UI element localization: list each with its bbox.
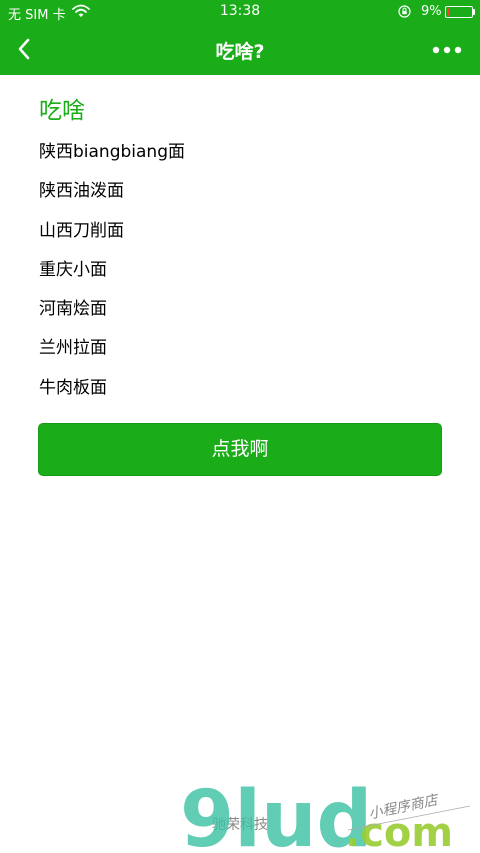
- status-bar: 无 SIM 卡 13:38 9%: [0, 0, 480, 24]
- list-item: 兰州拉面: [39, 338, 107, 359]
- list-item: 陕西biangbiang面: [39, 142, 185, 162]
- navigation-bar: 吃啥?: [0, 24, 480, 75]
- list-item: 河南烩面: [39, 299, 107, 320]
- app-screen: 无 SIM 卡 13:38 9% 吃啥? 吃啥 陕西biangbiang面 陕西…: [0, 0, 480, 853]
- header: 无 SIM 卡 13:38 9% 吃啥?: [0, 0, 480, 75]
- list-item: 山西刀削面: [39, 220, 124, 241]
- battery-percent: 9%: [421, 4, 442, 19]
- more-dots-icon[interactable]: [430, 38, 464, 62]
- list-item: 牛肉板面: [39, 377, 107, 398]
- list-item: 陕西油泼面: [39, 181, 124, 202]
- orientation-lock-icon: [398, 5, 411, 18]
- battery-icon: [445, 6, 473, 18]
- page-title: 吃啥?: [215, 41, 265, 63]
- battery-cap: [473, 9, 475, 15]
- watermark-logo-text: 9lud: [180, 782, 372, 853]
- list-item: 重庆小面: [39, 259, 107, 280]
- battery-level-fill: [447, 8, 449, 16]
- main-content: 吃啥 陕西biangbiang面 陕西油泼面 山西刀削面 重庆小面 河南烩面 兰…: [39, 94, 441, 415]
- noodle-list: 陕西biangbiang面 陕西油泼面 山西刀削面 重庆小面 河南烩面 兰州拉面…: [39, 140, 441, 415]
- section-heading: 吃啥: [39, 98, 85, 124]
- watermark-logo: 9lud .com 小程序商店: [180, 782, 471, 853]
- click-me-button[interactable]: 点我啊: [38, 423, 442, 476]
